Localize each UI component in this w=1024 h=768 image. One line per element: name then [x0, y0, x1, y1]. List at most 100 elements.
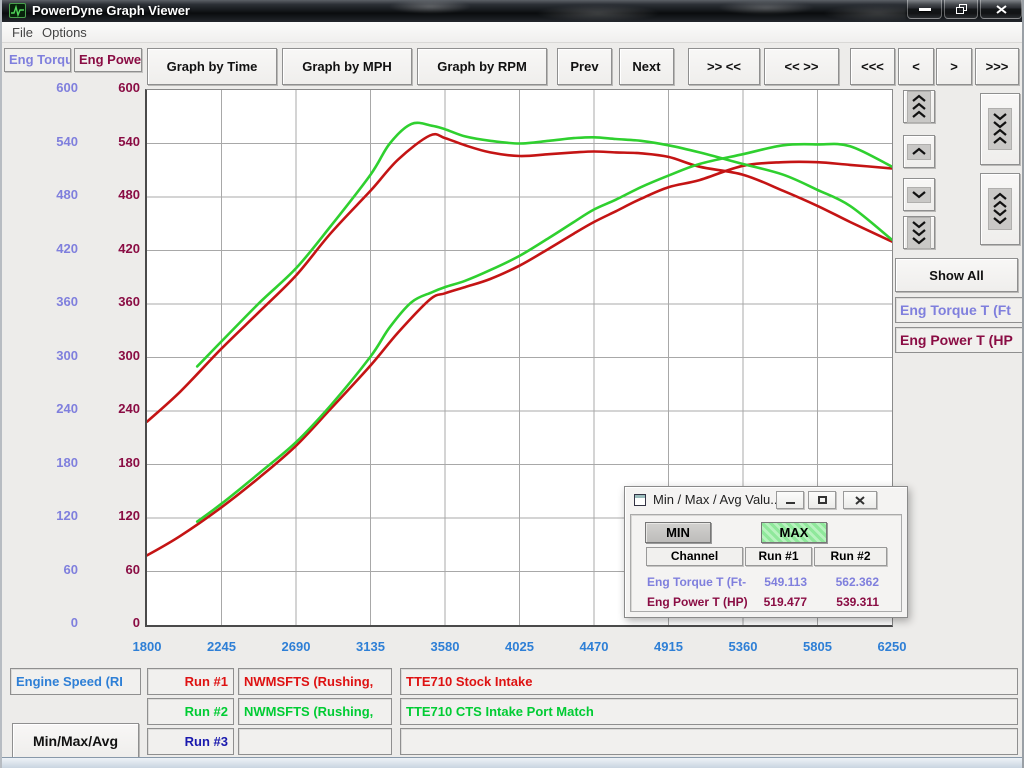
- power-y-tick-label: 60: [82, 562, 140, 577]
- power-y-tick-label: 480: [82, 187, 140, 202]
- power-y-tick-label: 420: [82, 241, 140, 256]
- compress-range-button[interactable]: [980, 93, 1020, 165]
- next-button[interactable]: Next: [619, 48, 674, 85]
- power-y-tick-label: 120: [82, 508, 140, 523]
- dialog-minimize-button[interactable]: [776, 491, 804, 509]
- minmaxavg-button[interactable]: Min/Max/Avg: [12, 723, 139, 758]
- power-channel-button[interactable]: Eng Power T (HP: [895, 327, 1024, 353]
- graph-by-time-button[interactable]: Graph by Time: [147, 48, 277, 85]
- run2-label-field[interactable]: Run #2: [147, 698, 234, 725]
- close-button[interactable]: [980, 0, 1022, 19]
- graph-by-rpm-button[interactable]: Graph by RPM: [417, 48, 547, 85]
- run1-file-field[interactable]: NWMSFTS (Rushing,: [238, 668, 392, 695]
- run3-label-field[interactable]: Run #3: [147, 728, 234, 755]
- torque-y-tick-label: 480: [2, 187, 78, 202]
- restore-button[interactable]: [944, 0, 978, 19]
- rpm-x-tick-label: 4915: [634, 639, 704, 654]
- run3-description-field[interactable]: [400, 728, 1018, 755]
- run2-column-header[interactable]: Run #2: [814, 547, 887, 566]
- menu-file[interactable]: File: [8, 25, 37, 40]
- torque-run1-max-value: 549.113: [745, 575, 807, 589]
- run2-torque-curve: [197, 123, 892, 367]
- run1-description-field[interactable]: TTE710 Stock Intake: [400, 668, 1018, 695]
- menu-options[interactable]: Options: [38, 25, 91, 40]
- x-channel-field[interactable]: Engine Speed (RI: [10, 668, 141, 695]
- torque-y-tick-label: 0: [2, 615, 78, 630]
- prev-button[interactable]: Prev: [557, 48, 612, 85]
- rpm-x-tick-label: 4025: [485, 639, 555, 654]
- power-axis-header[interactable]: Eng Power: [74, 48, 142, 72]
- rpm-x-tick-label: 2690: [261, 639, 331, 654]
- power-y-tick-label: 600: [82, 80, 140, 95]
- scroll-right-button[interactable]: >: [936, 48, 972, 85]
- rpm-x-tick-label: 3580: [410, 639, 480, 654]
- torque-channel-button[interactable]: Eng Torque T (Ft: [895, 297, 1024, 323]
- channel-column-header[interactable]: Channel: [646, 547, 743, 566]
- rpm-x-tick-label: 2245: [187, 639, 257, 654]
- torque-y-tick-label: 120: [2, 508, 78, 523]
- rpm-x-tick-label: 3135: [336, 639, 406, 654]
- dialog-minimize-icon: [786, 502, 795, 504]
- menu-bar: File Options: [2, 22, 1024, 43]
- zoom-in-x-button[interactable]: >> <<: [688, 48, 760, 85]
- max-toggle-button[interactable]: MAX: [761, 522, 827, 543]
- scale-up-button[interactable]: [903, 135, 935, 168]
- up-chevron-icon: [907, 144, 931, 160]
- run1-label-field[interactable]: Run #1: [147, 668, 234, 695]
- dialog-close-button[interactable]: [843, 491, 877, 509]
- power-y-tick-label: 540: [82, 134, 140, 149]
- triple-up-chevron-icon: [907, 91, 931, 123]
- run1-column-header[interactable]: Run #1: [745, 547, 812, 566]
- torque-row-label: Eng Torque T (Ft-: [647, 575, 757, 589]
- rpm-x-tick-label: 5805: [783, 639, 853, 654]
- zoom-out-x-button[interactable]: << >>: [764, 48, 839, 85]
- power-y-tick-label: 0: [82, 615, 140, 630]
- torque-y-tick-label: 540: [2, 134, 78, 149]
- power-y-tick-label: 240: [82, 401, 140, 416]
- torque-y-tick-label: 360: [2, 294, 78, 309]
- titlebar-gloss: [346, 0, 906, 22]
- title-bar[interactable]: PowerDyne Graph Viewer: [2, 0, 1024, 22]
- window-title: PowerDyne Graph Viewer: [32, 3, 190, 18]
- torque-run2-max-value: 562.362: [817, 575, 879, 589]
- triple-down-chevron-icon: [907, 217, 931, 249]
- torque-y-tick-label: 180: [2, 455, 78, 470]
- torque-y-tick-label: 420: [2, 241, 78, 256]
- scale-down-button[interactable]: [903, 178, 935, 211]
- min-toggle-button[interactable]: MIN: [645, 522, 711, 543]
- graph-by-mph-button[interactable]: Graph by MPH: [282, 48, 412, 85]
- minmax-dialog-body: MIN MAX Channel Run #1 Run #2 Eng Torque…: [630, 514, 902, 612]
- scroll-left-button[interactable]: <: [898, 48, 934, 85]
- expand-chevrons-icon: [988, 188, 1012, 230]
- restore-icon: [956, 4, 967, 14]
- run2-file-field[interactable]: NWMSFTS (Rushing,: [238, 698, 392, 725]
- power-y-tick-label: 360: [82, 294, 140, 309]
- minmax-dialog-titlebar[interactable]: Min / Max / Avg Valu...: [625, 487, 907, 513]
- power-y-tick-label: 180: [82, 455, 140, 470]
- dialog-page-icon: [634, 494, 646, 506]
- expand-range-button[interactable]: [980, 173, 1020, 245]
- power-row-label: Eng Power T (HP): [647, 595, 757, 609]
- rpm-x-tick-label: 5360: [708, 639, 778, 654]
- scroll-far-right-button[interactable]: >>>: [975, 48, 1019, 85]
- dialog-title: Min / Max / Avg Valu...: [653, 492, 781, 507]
- torque-axis-header[interactable]: Eng Torque: [4, 48, 71, 72]
- power-run1-max-value: 519.477: [745, 595, 807, 609]
- show-all-button[interactable]: Show All: [895, 258, 1018, 292]
- torque-y-tick-label: 240: [2, 401, 78, 416]
- scale-up-fast-button[interactable]: [903, 90, 935, 123]
- window-bottom-frame: [2, 757, 1024, 768]
- powerdyne-window: PowerDyne Graph Viewer File Options Grap…: [0, 0, 1024, 768]
- power-y-tick-label: 300: [82, 348, 140, 363]
- run2-description-field[interactable]: TTE710 CTS Intake Port Match: [400, 698, 1018, 725]
- scale-down-fast-button[interactable]: [903, 216, 935, 249]
- run3-file-field[interactable]: [238, 728, 392, 755]
- dialog-maximize-button[interactable]: [808, 491, 836, 509]
- dialog-maximize-icon: [818, 496, 827, 504]
- scroll-far-left-button[interactable]: <<<: [850, 48, 895, 85]
- rpm-x-tick-label: 1800: [112, 639, 182, 654]
- collapse-chevrons-icon: [988, 108, 1012, 150]
- minimize-button[interactable]: [907, 0, 942, 19]
- rpm-x-tick-label: 6250: [857, 639, 927, 654]
- minimize-icon: [919, 8, 931, 11]
